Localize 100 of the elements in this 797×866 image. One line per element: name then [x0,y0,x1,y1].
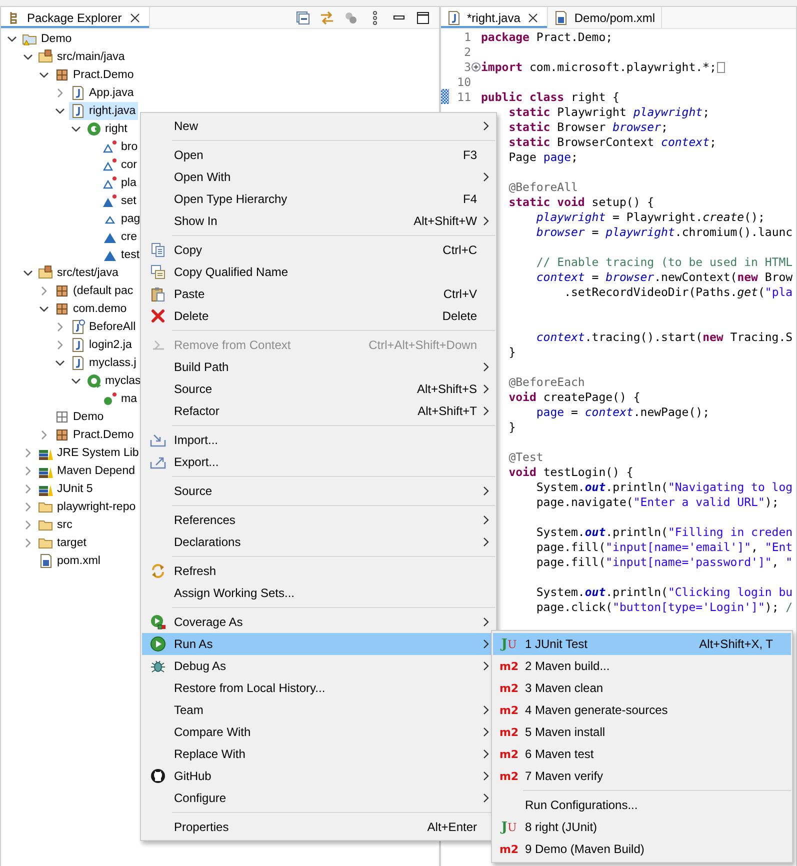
menu-item[interactable]: m2 6 Maven test [493,743,791,765]
menu-item[interactable]: m2 4 Maven generate-sources [493,699,791,721]
tree-item[interactable]: (default pac [53,282,136,300]
chevron-right-icon[interactable] [39,430,49,440]
tree-item[interactable]: src [37,516,74,534]
editor-tab[interactable]: *right.java [441,7,548,28]
tree-item[interactable]: myclass.j [69,354,138,372]
menu-item[interactable]: Copy Qualified Name [142,261,495,283]
menu-item[interactable]: Team [142,699,495,721]
chevron-right-icon[interactable] [55,88,65,98]
tree-item[interactable]: pag [101,210,142,228]
menu-item[interactable]: m2 7 Maven verify [493,765,791,787]
menu-item[interactable]: Debug As [142,655,495,677]
folded-code-box[interactable] [717,62,726,73]
chevron-right-icon[interactable] [23,520,33,530]
menu-item[interactable]: Open With [142,166,495,188]
menu-item[interactable]: GitHub [142,765,495,787]
tree-item[interactable]: set [101,192,138,210]
menu-item[interactable]: Show In Alt+Shift+W [142,210,495,232]
menu-item[interactable]: JU 8 right (JUnit) [493,816,791,838]
chevron-right-icon[interactable] [23,538,33,548]
tree-item[interactable]: Pract.Demo [53,426,136,444]
menu-item[interactable]: JU 1 JUnit Test Alt+Shift+X, T [493,633,791,655]
bug-icon [150,658,166,674]
chevron-right-icon[interactable] [55,322,65,332]
chevron-right-icon[interactable] [55,340,65,350]
tree-item[interactable]: Demo [21,30,74,48]
tree-item[interactable]: target [37,534,88,552]
menu-item[interactable]: Compare With [142,721,495,743]
editor-tab[interactable]: Demo/pom.xml [548,7,662,28]
chevron-down-icon[interactable] [71,376,81,386]
filter-icon[interactable] [343,10,359,26]
tree-item[interactable]: bro [101,138,140,156]
menu-item[interactable]: Copy Ctrl+C [142,239,495,261]
menu-item[interactable]: Refresh [142,560,495,582]
tree-item[interactable]: playwright-repo [37,498,138,516]
tree-item[interactable]: Pract.Demo [53,66,136,84]
link-arrows-icon[interactable] [319,10,335,26]
tree-item[interactable]: Demo [53,408,106,426]
menu-item[interactable]: m2 2 Maven build... [493,655,791,677]
tree-item[interactable]: JRE System Lib [37,444,141,462]
menu-item[interactable]: Source [142,480,495,502]
tree-item[interactable]: Maven Depend [37,462,137,480]
tree-item[interactable]: src/test/java [37,264,120,282]
chevron-right-icon[interactable] [23,484,33,494]
tree-item[interactable]: right [85,120,130,138]
menu-item[interactable]: Export... [142,451,495,473]
menu-item[interactable]: Coverage As [142,611,495,633]
tree-item[interactable]: JUnit 5 [37,480,95,498]
menu-item[interactable]: References [142,509,495,531]
menu-item[interactable]: Declarations [142,531,495,553]
tree-item[interactable]: cre [101,228,139,246]
menu-item[interactable]: New [142,115,495,137]
tree-item[interactable]: cor [101,156,139,174]
chevron-down-icon[interactable] [55,106,65,116]
menu-item[interactable]: Paste Ctrl+V [142,283,495,305]
code-line: public class right { [481,90,620,104]
chevron-down-icon[interactable] [55,358,65,368]
menu-item[interactable]: Properties Alt+Enter [142,816,495,838]
chevron-right-icon[interactable] [23,466,33,476]
tree-item[interactable]: BeforeAll [69,318,138,336]
chevron-down-icon[interactable] [23,52,33,62]
menu-item[interactable]: Restore from Local History... [142,677,495,699]
tree-item[interactable]: test [101,246,142,264]
menu-item[interactable]: Run Configurations... [493,794,791,816]
menu-item[interactable]: Assign Working Sets... [142,582,495,604]
menu-item[interactable]: Open Type Hierarchy F4 [142,188,495,210]
menu-item[interactable]: Refactor Alt+Shift+T [142,400,495,422]
package-icon [54,283,70,299]
tree-item[interactable]: login2.ja [69,336,134,354]
tree-item[interactable]: App.java [69,84,136,102]
menu-item[interactable]: Replace With [142,743,495,765]
chevron-down-icon[interactable] [23,268,33,278]
menu-item[interactable]: m2 5 Maven install [493,721,791,743]
chevron-right-icon[interactable] [23,448,33,458]
chevron-right-icon[interactable] [39,286,49,296]
menu-item[interactable]: m2 9 Demo (Maven Build) [493,838,791,860]
tree-item[interactable]: src/main/java [37,48,127,66]
tree-item[interactable]: myclas [85,372,143,390]
chevron-right-icon[interactable] [23,502,33,512]
menu-item[interactable]: Open F3 [142,144,495,166]
tree-item[interactable]: ma [101,390,139,408]
tree-item[interactable]: pom.xml [37,552,102,570]
menu-item[interactable]: Build Path [142,356,495,378]
menu-item[interactable]: Delete Delete [142,305,495,327]
maximize-icon[interactable] [415,10,431,26]
chevron-down-icon[interactable] [39,70,49,80]
menu-item[interactable]: Import... [142,429,495,451]
tree-item[interactable]: pla [101,174,138,192]
tree-item[interactable]: right.java [69,102,138,120]
expand-fold-icon[interactable] [471,62,481,72]
menu-item[interactable]: m2 3 Maven clean [493,677,791,699]
chevron-down-icon[interactable] [71,124,81,134]
collapse-all-icon[interactable] [295,10,311,26]
chevron-down-icon[interactable] [7,34,17,44]
view-tab[interactable]: Package Explorer [1,7,150,28]
tree-item[interactable]: com.demo [53,300,129,318]
chevron-down-icon[interactable] [39,304,49,314]
menu-item[interactable]: Configure [142,787,495,809]
menu-item[interactable]: Source Alt+Shift+S [142,378,495,400]
